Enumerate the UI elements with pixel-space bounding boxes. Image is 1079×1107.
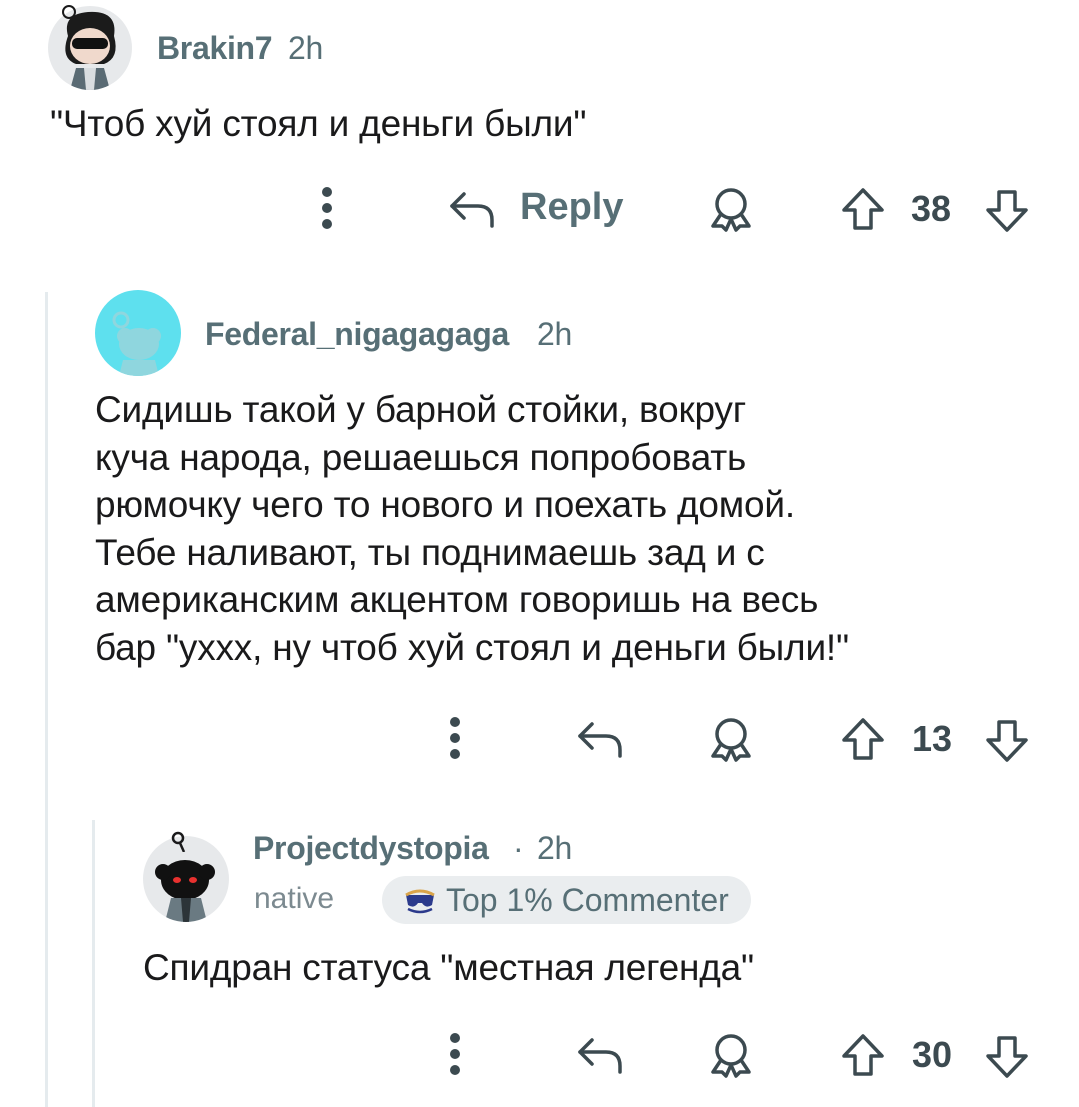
reply-button[interactable] [448, 188, 496, 228]
award-button[interactable] [708, 716, 754, 762]
user-flair: Top 1% Commenter [382, 876, 751, 924]
sunglasses-icon [405, 889, 435, 914]
reply-arrow-icon [578, 722, 622, 758]
comment-body: Спидран статуса "местная легенда" [143, 947, 754, 988]
comment-body: "Чтоб хуй стоял и деньги были" [50, 103, 587, 144]
comment-time: 2h [537, 316, 572, 352]
more-vertical-icon [322, 187, 332, 229]
body-line: Тебе наливают, ты поднимаешь зад и с [95, 531, 765, 573]
comment-time: 2h [537, 830, 572, 866]
upvote-button[interactable] [840, 1032, 886, 1078]
thread-line[interactable] [45, 292, 48, 1107]
reply-arrow-icon [578, 1038, 622, 1074]
body-line: куча народа, решаешься попробовать [95, 436, 747, 478]
award-button[interactable] [708, 1032, 754, 1078]
downvote-arrow-icon [986, 1036, 1028, 1078]
antenna-icon [60, 3, 82, 30]
user-subtitle: native [254, 882, 335, 915]
flair-label: Top 1% Commenter [446, 881, 729, 918]
award-button[interactable] [708, 186, 754, 232]
comment-author[interactable]: Projectdystopia [253, 830, 489, 867]
reply-button[interactable] [576, 1034, 624, 1074]
reply-button[interactable] [576, 718, 624, 758]
thread-line[interactable] [92, 820, 95, 1107]
award-icon [711, 188, 751, 232]
award-icon [711, 1034, 751, 1078]
body-line: американским акцентом говоришь на весь [95, 579, 819, 620]
downvote-arrow-icon [986, 720, 1028, 762]
downvote-button[interactable] [984, 188, 1030, 234]
comment-body: Сидишь такой у барной стойки, вокруг куч… [95, 386, 849, 671]
upvote-button[interactable] [840, 716, 886, 762]
downvote-button[interactable] [984, 1034, 1030, 1080]
body-line: рюмочку чего то нового и поехать домой. [95, 484, 795, 525]
avatar[interactable] [95, 290, 181, 376]
vote-count: 38 [911, 188, 952, 229]
award-icon [711, 718, 751, 762]
reply-arrow-icon [450, 192, 494, 228]
upvote-arrow-icon [842, 1034, 884, 1076]
downvote-button[interactable] [984, 718, 1030, 764]
reply-label[interactable]: Reply [520, 186, 623, 229]
meta-separator: · [513, 830, 524, 866]
body-line: бар "ухxx, ну чтоб хуй стоял и деньги бы… [95, 626, 849, 668]
more-button[interactable] [312, 184, 342, 232]
more-vertical-icon [450, 717, 460, 759]
comment-author[interactable]: Federal_nigagagaga [205, 316, 509, 353]
body-line: Сидишь такой у барной стойки, вокруг [95, 389, 747, 430]
vote-count: 13 [912, 718, 953, 759]
upvote-button[interactable] [840, 186, 886, 232]
downvote-arrow-icon [986, 190, 1028, 232]
more-button[interactable] [440, 1030, 470, 1078]
comment-author[interactable]: Brakin7 [157, 30, 273, 67]
antenna-icon [168, 828, 192, 857]
upvote-arrow-icon [842, 188, 884, 230]
upvote-arrow-icon [842, 718, 884, 760]
vote-count: 30 [912, 1034, 953, 1075]
more-vertical-icon [450, 1033, 460, 1075]
more-button[interactable] [440, 714, 470, 762]
comment-time: 2h [288, 30, 323, 66]
